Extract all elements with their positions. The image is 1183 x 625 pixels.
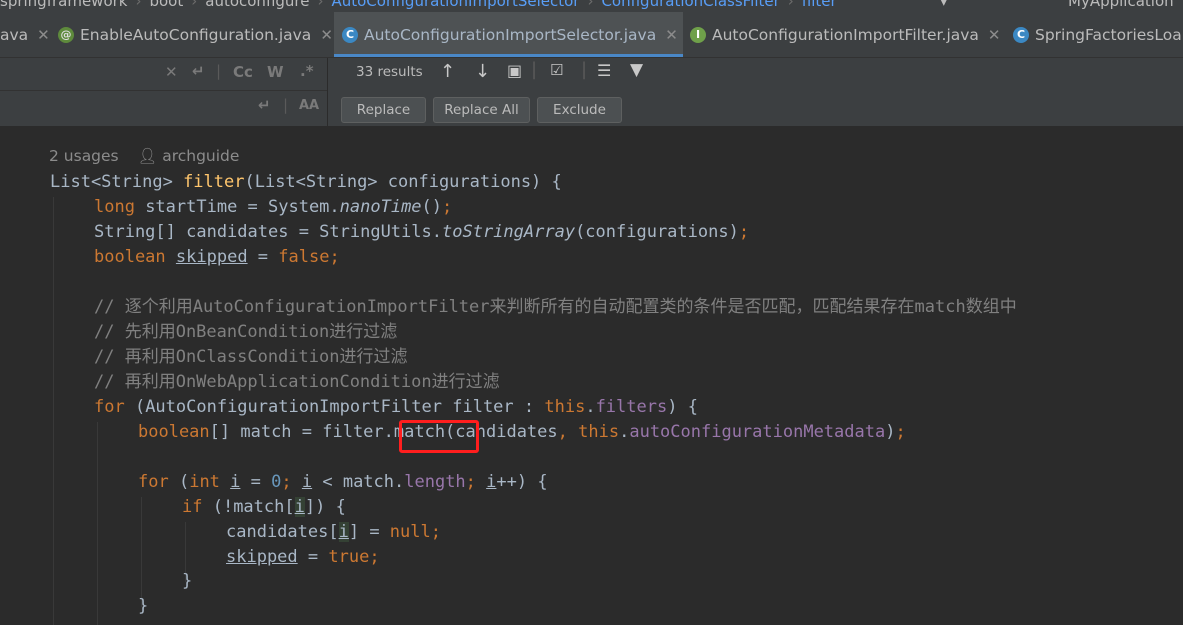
author-name[interactable]: archguide — [162, 147, 239, 165]
breadcrumb: springframework › boot › autoconfigure ›… — [0, 0, 1183, 12]
new-line-icon[interactable]: ↵ — [192, 62, 205, 80]
close-icon[interactable]: ✕ — [988, 26, 1001, 44]
author-icon: 👤︎ — [137, 147, 158, 165]
breadcrumb-item-autoconfigure[interactable]: autoconfigure — [205, 0, 309, 10]
breadcrumb-item-class[interactable]: AutoConfigurationImportSelector — [331, 0, 579, 10]
breadcrumb-separator: › — [587, 0, 594, 10]
preserve-case-icon[interactable]: AA — [299, 98, 319, 113]
close-icon[interactable]: ✕ — [320, 26, 333, 44]
code-line-7: for (int i = 0; i < match.length; i++) { — [138, 472, 548, 492]
tab-auto-configuration-import-selector[interactable]: C AutoConfigurationImportSelector.java ✕ — [334, 12, 683, 57]
new-line-icon[interactable]: ↵ — [258, 96, 271, 114]
tab-auto-configuration-import-filter[interactable]: I AutoConfigurationImportFilter.java ✕ — [690, 12, 1005, 57]
code-editor[interactable]: 2 usages 👤︎ archguide List<String> filte… — [0, 127, 1183, 625]
code-comment-2: // 先利用OnBeanCondition进行过滤 — [94, 322, 398, 342]
tab-label: SpringFactoriesLoa — [1035, 25, 1182, 44]
tab-spring-factories-loader[interactable]: C SpringFactoriesLoa — [1013, 12, 1183, 57]
breadcrumb-item-inner-class[interactable]: ConfigurationClassFilter — [601, 0, 779, 10]
match-case-toggle[interactable]: Cc — [233, 63, 253, 81]
clear-search-icon[interactable]: ✕ — [165, 63, 178, 81]
code-line-12: } — [138, 596, 149, 616]
tab-label: EnableAutoConfiguration.java — [80, 25, 312, 44]
code-line-3: String[] candidates = StringUtils.toStri… — [94, 222, 750, 242]
whole-words-toggle[interactable]: W — [267, 63, 284, 81]
editor-tab-bar: ava ✕ @ EnableAutoConfiguration.java ✕ C… — [0, 12, 1183, 58]
user-icon[interactable]: ▾ — [940, 0, 948, 10]
filter-options-icon[interactable]: ☰ — [597, 61, 611, 80]
interface-icon: I — [690, 26, 706, 43]
regex-toggle[interactable]: .* — [300, 62, 314, 80]
replace-button[interactable]: Replace — [341, 97, 426, 123]
breadcrumb-separator: › — [317, 0, 324, 10]
exclude-button[interactable]: Exclude — [537, 97, 622, 123]
select-all-occurrences-icon[interactable]: ▣ — [507, 61, 522, 80]
class-icon: C — [342, 26, 358, 43]
run-config-name[interactable]: MyApplication — [1068, 0, 1174, 10]
code-line-8: if (!match[i]) { — [182, 497, 346, 517]
breadcrumb-item-boot[interactable]: boot — [149, 0, 183, 10]
arrow-up-icon[interactable]: ↑ — [440, 61, 455, 82]
code-vision-hints[interactable]: 2 usages 👤︎ archguide — [49, 147, 239, 165]
class-icon: C — [1013, 26, 1029, 43]
code-line-11: } — [182, 571, 193, 591]
replace-all-button[interactable]: Replace All — [433, 97, 530, 123]
code-line-9: candidates[i] = null; — [226, 522, 441, 542]
code-comment-1: // 逐个利用AutoConfigurationImportFilter来判断所… — [94, 297, 1017, 317]
highlight-annotation-box — [399, 420, 479, 453]
tab-partial[interactable]: ava ✕ — [0, 12, 52, 57]
code-line-10: skipped = true; — [226, 547, 380, 567]
arrow-down-icon[interactable]: ↓ — [475, 61, 490, 82]
find-replace-fields: ✕ ↵ | Cc W .* ↵ | AA — [0, 58, 327, 126]
annotation-icon: @ — [58, 26, 74, 43]
in-selection-icon[interactable]: ☑ — [550, 61, 563, 79]
usages-count[interactable]: 2 usages — [49, 147, 119, 165]
tab-enable-auto-configuration[interactable]: @ EnableAutoConfiguration.java ✕ — [58, 12, 333, 57]
search-results-count: 33 results — [356, 64, 423, 80]
code-comment-4: // 再利用OnWebApplicationCondition进行过滤 — [94, 372, 500, 392]
code-line-5: for (AutoConfigurationImportFilter filte… — [94, 397, 698, 417]
code-line-2: long startTime = System.nanoTime(); — [94, 197, 453, 217]
breadcrumb-item-method[interactable]: filter — [802, 0, 837, 10]
tab-label: AutoConfigurationImportSelector.java — [364, 25, 657, 44]
breadcrumb-separator: › — [135, 0, 142, 10]
tab-label: AutoConfigurationImportFilter.java — [712, 25, 979, 44]
code-line-4: boolean skipped = false; — [94, 247, 340, 267]
breadcrumb-item-springframework[interactable]: springframework — [0, 0, 127, 10]
code-line-1: List<String> filter(List<String> configu… — [50, 172, 562, 192]
breadcrumb-separator: › — [191, 0, 198, 10]
breadcrumb-separator: › — [787, 0, 794, 10]
close-icon[interactable]: ✕ — [665, 26, 678, 44]
code-comment-3: // 再利用OnClassCondition进行过滤 — [94, 347, 408, 367]
close-icon[interactable]: ✕ — [37, 26, 50, 44]
funnel-icon[interactable]: ▼ — [630, 60, 643, 80]
tab-label: ava — [0, 25, 29, 44]
code-line-6: boolean[] match = filter.match(candidate… — [138, 422, 906, 442]
